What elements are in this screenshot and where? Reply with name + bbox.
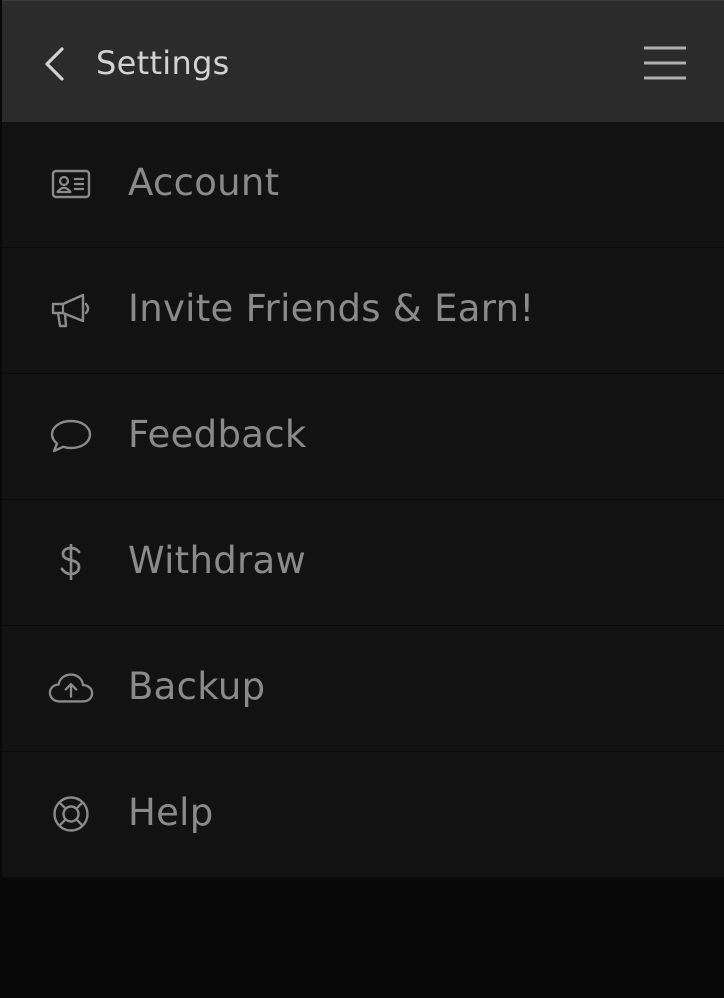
menu-button[interactable] — [640, 39, 690, 87]
menu-item-label: Backup — [128, 665, 266, 708]
menu-item-label: Feedback — [128, 413, 307, 456]
menu-item-label: Withdraw — [128, 539, 307, 582]
menu-item-backup[interactable]: Backup — [2, 626, 724, 752]
header-bar: Settings — [2, 0, 724, 122]
cloud-upload-icon — [48, 667, 94, 709]
menu-item-label: Help — [128, 791, 214, 834]
menu-item-label: Invite Friends & Earn! — [128, 287, 535, 330]
chevron-left-icon — [42, 46, 66, 82]
settings-screen: Settings Account Invite Friends & Earn! … — [0, 0, 724, 998]
menu-item-invite-friends[interactable]: Invite Friends & Earn! — [2, 248, 724, 374]
dollar-sign-icon — [48, 541, 94, 583]
lifebuoy-icon — [48, 793, 94, 835]
menu-item-withdraw[interactable]: Withdraw — [2, 500, 724, 626]
page-title: Settings — [96, 44, 230, 82]
settings-menu-list: Account Invite Friends & Earn! Feedback — [2, 122, 724, 878]
menu-item-label: Account — [128, 161, 280, 204]
megaphone-icon — [48, 289, 94, 331]
speech-bubble-icon — [48, 415, 94, 457]
menu-item-help[interactable]: Help — [2, 752, 724, 878]
menu-item-feedback[interactable]: Feedback — [2, 374, 724, 500]
menu-item-account[interactable]: Account — [2, 122, 724, 248]
id-card-icon — [48, 163, 94, 205]
hamburger-menu-icon — [643, 45, 687, 81]
back-button[interactable] — [32, 37, 76, 91]
